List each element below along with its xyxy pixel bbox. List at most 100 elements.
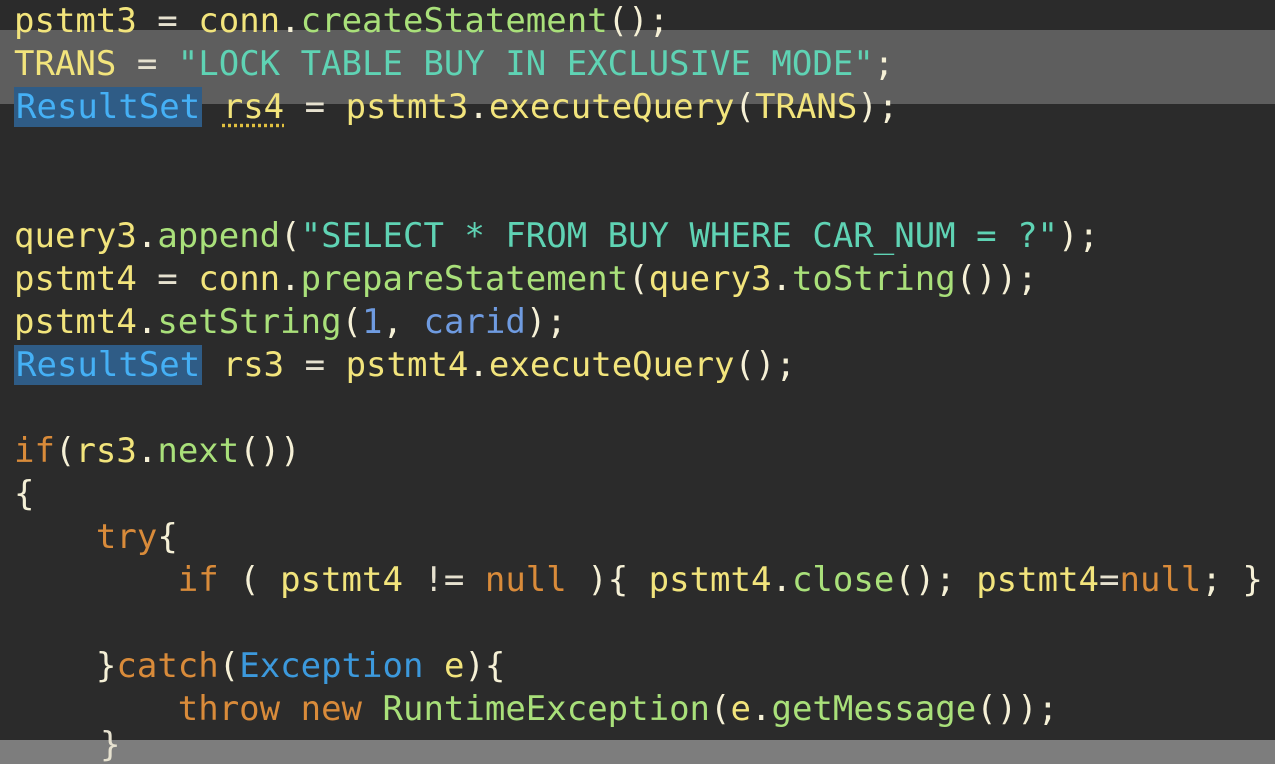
code-token: pstmt3 (14, 1, 137, 41)
code-line[interactable] (14, 129, 1263, 172)
code-token: e (730, 689, 751, 729)
code-token: executeQuery (488, 345, 735, 385)
code-token: if (177, 560, 219, 600)
code-token: ( (218, 560, 281, 600)
code-token: ; } (1201, 560, 1263, 600)
bottom-scroll-area (0, 740, 1275, 764)
code-line[interactable]: if ( pstmt4 != null ){ pstmt4.close(); p… (14, 559, 1263, 602)
code-line[interactable]: ResultSet rs4 = pstmt3.executeQuery(TRAN… (14, 86, 1263, 129)
code-token: ); (525, 302, 567, 342)
code-token: . (136, 302, 158, 342)
code-line[interactable]: ResultSet rs3 = pstmt4.executeQuery(); (14, 344, 1263, 387)
code-token: setString (157, 302, 342, 342)
code-token: . (280, 1, 301, 41)
code-token: pstmt4 (14, 259, 137, 299)
code-token: ( (341, 302, 363, 342)
code-token: try (95, 517, 158, 557)
code-token: append (157, 216, 281, 256)
code-token: } (95, 646, 117, 686)
code-token: != (402, 560, 485, 600)
code-token: null (484, 560, 567, 600)
code-token: rs3 (75, 431, 137, 471)
code-token: (); (894, 560, 977, 600)
code-token: "SELECT * FROM BUY WHERE CAR_NUM = ?" (300, 216, 1059, 256)
code-line[interactable]: pstmt3 = conn.createStatement(); (14, 0, 1263, 43)
code-token: . (751, 689, 772, 729)
code-editor[interactable]: pstmt3 = conn.createStatement(); TRANS = … (0, 0, 1275, 764)
code-token: pstmt4 (14, 302, 137, 342)
code-token: = (116, 44, 178, 84)
code-token: ); (857, 87, 899, 127)
code-token: rs4 (222, 87, 285, 127)
code-token: (); (607, 1, 670, 41)
code-token: createStatement (300, 1, 608, 41)
code-line[interactable] (14, 602, 1263, 645)
code-token: getMessage (771, 689, 977, 729)
code-token: pstmt4 (648, 560, 772, 600)
code-line[interactable]: throw new RuntimeException(e.getMessage(… (14, 688, 1263, 731)
code-line[interactable] (14, 387, 1263, 430)
code-token: null (1119, 560, 1202, 600)
code-token: Exception (239, 646, 424, 686)
code-token: "LOCK TABLE BUY IN EXCLUSIVE MODE" (177, 44, 874, 84)
code-token: . (136, 431, 158, 471)
code-token: ){ (566, 560, 649, 600)
code-token: . (280, 259, 301, 299)
code-token: carid (423, 302, 526, 342)
code-token: pstmt4 (976, 560, 1100, 600)
code-token: 1 (362, 302, 383, 342)
partial-closing-brace: } (100, 725, 121, 764)
code-token: ResultSet (14, 345, 203, 385)
code-token: . (771, 560, 792, 600)
code-token: ()); (955, 259, 1038, 299)
code-token: executeQuery (488, 87, 735, 127)
code-token: e (443, 646, 465, 686)
code-token: throw (177, 689, 281, 729)
code-token: ; (873, 44, 895, 84)
code-token: new (300, 689, 363, 729)
code-token: RuntimeException (382, 689, 711, 729)
code-line[interactable]: query3.append("SELECT * FROM BUY WHERE C… (14, 215, 1263, 258)
code-token: TRANS (755, 87, 858, 127)
code-token: ( (628, 259, 649, 299)
code-token: ); (1058, 216, 1099, 256)
code-token: = (1099, 560, 1120, 600)
code-token: toString (791, 259, 956, 299)
code-line[interactable] (14, 172, 1263, 215)
code-token: rs3 (222, 345, 285, 385)
code-token: ( (54, 431, 76, 471)
code-token: { (14, 474, 35, 514)
code-content[interactable]: pstmt3 = conn.createStatement(); TRANS = … (14, 0, 1263, 731)
code-token: TRANS (14, 44, 117, 84)
code-token: query3 (648, 259, 772, 299)
code-token: . (771, 259, 792, 299)
code-token: ResultSet (14, 87, 203, 127)
code-token: catch (116, 646, 219, 686)
code-token: query3 (14, 216, 137, 256)
code-line[interactable]: pstmt4.setString(1, carid); (14, 301, 1263, 344)
code-token: . (468, 87, 489, 127)
code-line[interactable]: }catch(Exception e){ (14, 645, 1263, 688)
code-token: = (136, 1, 199, 41)
code-token: = (136, 259, 199, 299)
code-token: ( (280, 216, 301, 256)
code-line[interactable]: try{ (14, 516, 1263, 559)
code-token: . (468, 345, 489, 385)
code-token: = (284, 345, 346, 385)
code-token: ( (734, 87, 755, 127)
code-token: pstmt3 (345, 87, 469, 127)
code-token: pstmt4 (280, 560, 403, 600)
code-line[interactable]: TRANS = "LOCK TABLE BUY IN EXCLUSIVE MOD… (14, 43, 1263, 86)
code-token: prepareStatement (300, 259, 629, 299)
code-line[interactable]: pstmt4 = conn.prepareStatement(query3.to… (14, 258, 1263, 301)
code-token: ()); (976, 689, 1059, 729)
code-line[interactable]: if(rs3.next()) (14, 430, 1263, 473)
code-line[interactable]: { (14, 473, 1263, 516)
code-token: close (791, 560, 895, 600)
